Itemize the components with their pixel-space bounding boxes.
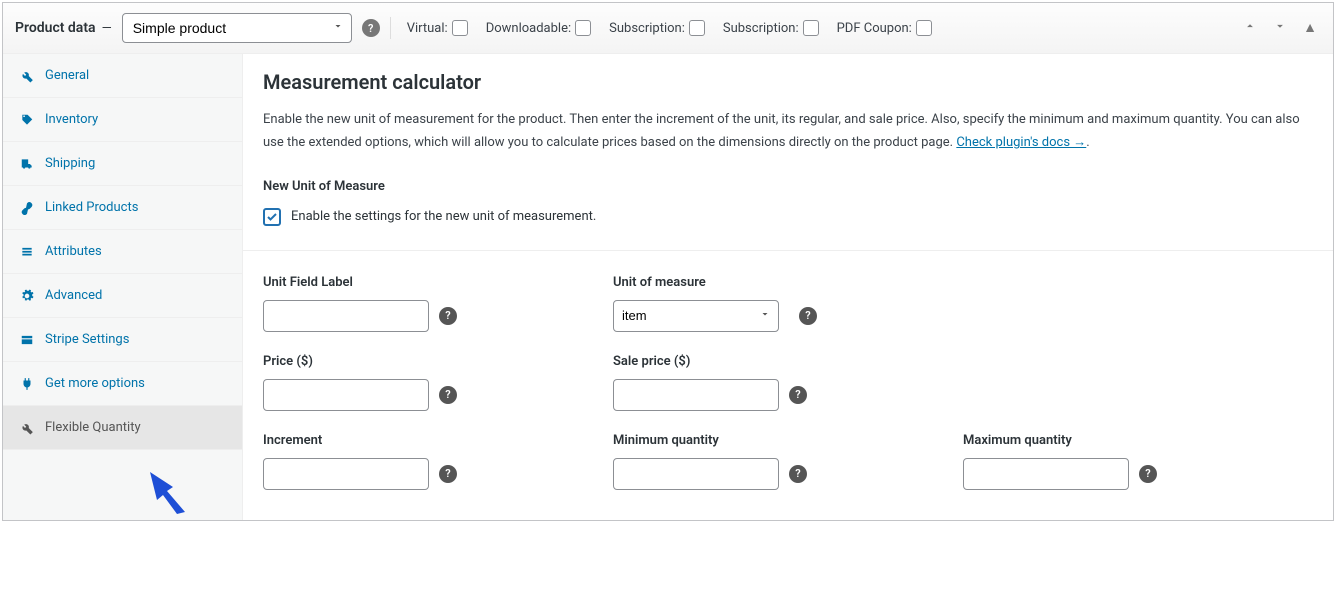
subscription-checkbox-2[interactable]: Subscription:	[723, 20, 819, 36]
virtual-label: Virtual:	[407, 21, 448, 36]
help-icon[interactable]: ?	[789, 465, 807, 483]
min-qty-label: Minimum quantity	[613, 433, 963, 448]
tag-icon	[19, 113, 35, 127]
subscription-label-1: Subscription:	[609, 21, 685, 36]
subscription-label-2: Subscription:	[723, 21, 799, 36]
panel-body: General Inventory Shipping Linked Produc…	[3, 54, 1333, 520]
enable-checkbox[interactable]	[263, 208, 281, 226]
subscription-input-2[interactable]	[803, 20, 819, 36]
tab-label: General	[45, 68, 89, 83]
tab-label: Shipping	[45, 156, 95, 171]
unit-of-measure-select[interactable]: item	[613, 300, 779, 332]
section-subheading: New Unit of Measure	[263, 179, 1313, 194]
price-label: Price ($)	[263, 354, 613, 369]
downloadable-label: Downloadable:	[486, 21, 571, 36]
tab-attributes[interactable]: Attributes	[3, 230, 242, 274]
panel-header-controls: ▲	[1239, 17, 1321, 39]
truck-icon	[19, 157, 35, 171]
price-input[interactable]	[263, 379, 429, 411]
increment-input[interactable]	[263, 458, 429, 490]
unit-field-label: Unit Field Label	[263, 275, 613, 290]
pdf-coupon-label: PDF Coupon:	[837, 21, 912, 36]
wrench-icon	[19, 69, 35, 83]
max-qty-label: Maximum quantity	[963, 433, 1313, 448]
field-increment: Increment ?	[263, 433, 613, 490]
help-icon[interactable]: ?	[1139, 465, 1157, 483]
plug-icon	[19, 377, 35, 391]
field-unit-of-measure: Unit of measure item ?	[613, 275, 963, 332]
virtual-checkbox[interactable]: Virtual:	[407, 20, 468, 36]
max-qty-input[interactable]	[963, 458, 1129, 490]
unit-of-measure-label: Unit of measure	[613, 275, 963, 290]
tab-flexible-quantity[interactable]: Flexible Quantity	[3, 406, 242, 450]
field-max-qty: Maximum quantity ?	[963, 433, 1313, 490]
dash: —	[102, 21, 112, 36]
move-down-icon[interactable]	[1269, 17, 1291, 39]
help-icon[interactable]: ?	[799, 307, 817, 325]
pdf-coupon-checkbox[interactable]: PDF Coupon:	[837, 20, 932, 36]
move-up-icon[interactable]	[1239, 17, 1261, 39]
product-data-panel: Product data — Simple product ? Virtual:…	[2, 2, 1334, 521]
downloadable-input[interactable]	[575, 20, 591, 36]
tab-linked-products[interactable]: Linked Products	[3, 186, 242, 230]
content-heading: Measurement calculator	[263, 70, 1313, 94]
divider	[243, 250, 1333, 251]
arrow-annotation-icon	[145, 467, 195, 521]
link-icon	[19, 201, 35, 215]
docs-link[interactable]: Check plugin's docs →	[956, 135, 1086, 150]
field-sale-price: Sale price ($) ?	[613, 354, 963, 411]
gear-icon	[19, 289, 35, 303]
help-icon[interactable]: ?	[439, 307, 457, 325]
wrench-icon	[19, 421, 35, 435]
tab-label: Flexible Quantity	[45, 420, 141, 435]
fields-grid: Unit Field Label ? Unit of measure item	[263, 275, 1313, 490]
tab-label: Stripe Settings	[45, 332, 129, 347]
desc-text: Enable the new unit of measurement for t…	[263, 112, 1300, 150]
sale-price-label: Sale price ($)	[613, 354, 963, 369]
product-type-select[interactable]: Simple product	[122, 13, 352, 43]
min-qty-input[interactable]	[613, 458, 779, 490]
list-icon	[19, 245, 35, 259]
unit-field-input[interactable]	[263, 300, 429, 332]
content-area: Measurement calculator Enable the new un…	[243, 54, 1333, 520]
help-icon[interactable]: ?	[789, 386, 807, 404]
tab-label: Get more options	[45, 376, 145, 391]
tab-advanced[interactable]: Advanced	[3, 274, 242, 318]
card-icon	[19, 333, 35, 347]
help-icon[interactable]: ?	[362, 19, 380, 37]
tab-stripe-settings[interactable]: Stripe Settings	[3, 318, 242, 362]
tab-label: Advanced	[45, 288, 102, 303]
sidebar: General Inventory Shipping Linked Produc…	[3, 54, 243, 520]
subscription-checkbox-1[interactable]: Subscription:	[609, 20, 705, 36]
pdf-coupon-input[interactable]	[916, 20, 932, 36]
help-icon[interactable]: ?	[439, 465, 457, 483]
downloadable-checkbox[interactable]: Downloadable:	[486, 20, 591, 36]
content-description: Enable the new unit of measurement for t…	[263, 108, 1313, 155]
enable-label: Enable the settings for the new unit of …	[291, 209, 596, 224]
tab-label: Linked Products	[45, 200, 138, 215]
panel-title: Product data	[15, 20, 96, 36]
tab-general[interactable]: General	[3, 54, 242, 98]
divider	[390, 17, 391, 39]
collapse-icon[interactable]: ▲	[1299, 17, 1321, 39]
enable-row[interactable]: Enable the settings for the new unit of …	[263, 208, 1313, 226]
header-checkbox-group: Virtual: Downloadable: Subscription: Sub…	[407, 20, 932, 36]
tab-shipping[interactable]: Shipping	[3, 142, 242, 186]
virtual-input[interactable]	[452, 20, 468, 36]
tab-inventory[interactable]: Inventory	[3, 98, 242, 142]
tab-label: Attributes	[45, 244, 102, 259]
field-unit-label: Unit Field Label ?	[263, 275, 613, 332]
sale-price-input[interactable]	[613, 379, 779, 411]
increment-label: Increment	[263, 433, 613, 448]
field-price: Price ($) ?	[263, 354, 613, 411]
tab-label: Inventory	[45, 112, 98, 127]
help-icon[interactable]: ?	[439, 386, 457, 404]
field-min-qty: Minimum quantity ?	[613, 433, 963, 490]
tab-get-more-options[interactable]: Get more options	[3, 362, 242, 406]
panel-header: Product data — Simple product ? Virtual:…	[3, 3, 1333, 54]
subscription-input-1[interactable]	[689, 20, 705, 36]
